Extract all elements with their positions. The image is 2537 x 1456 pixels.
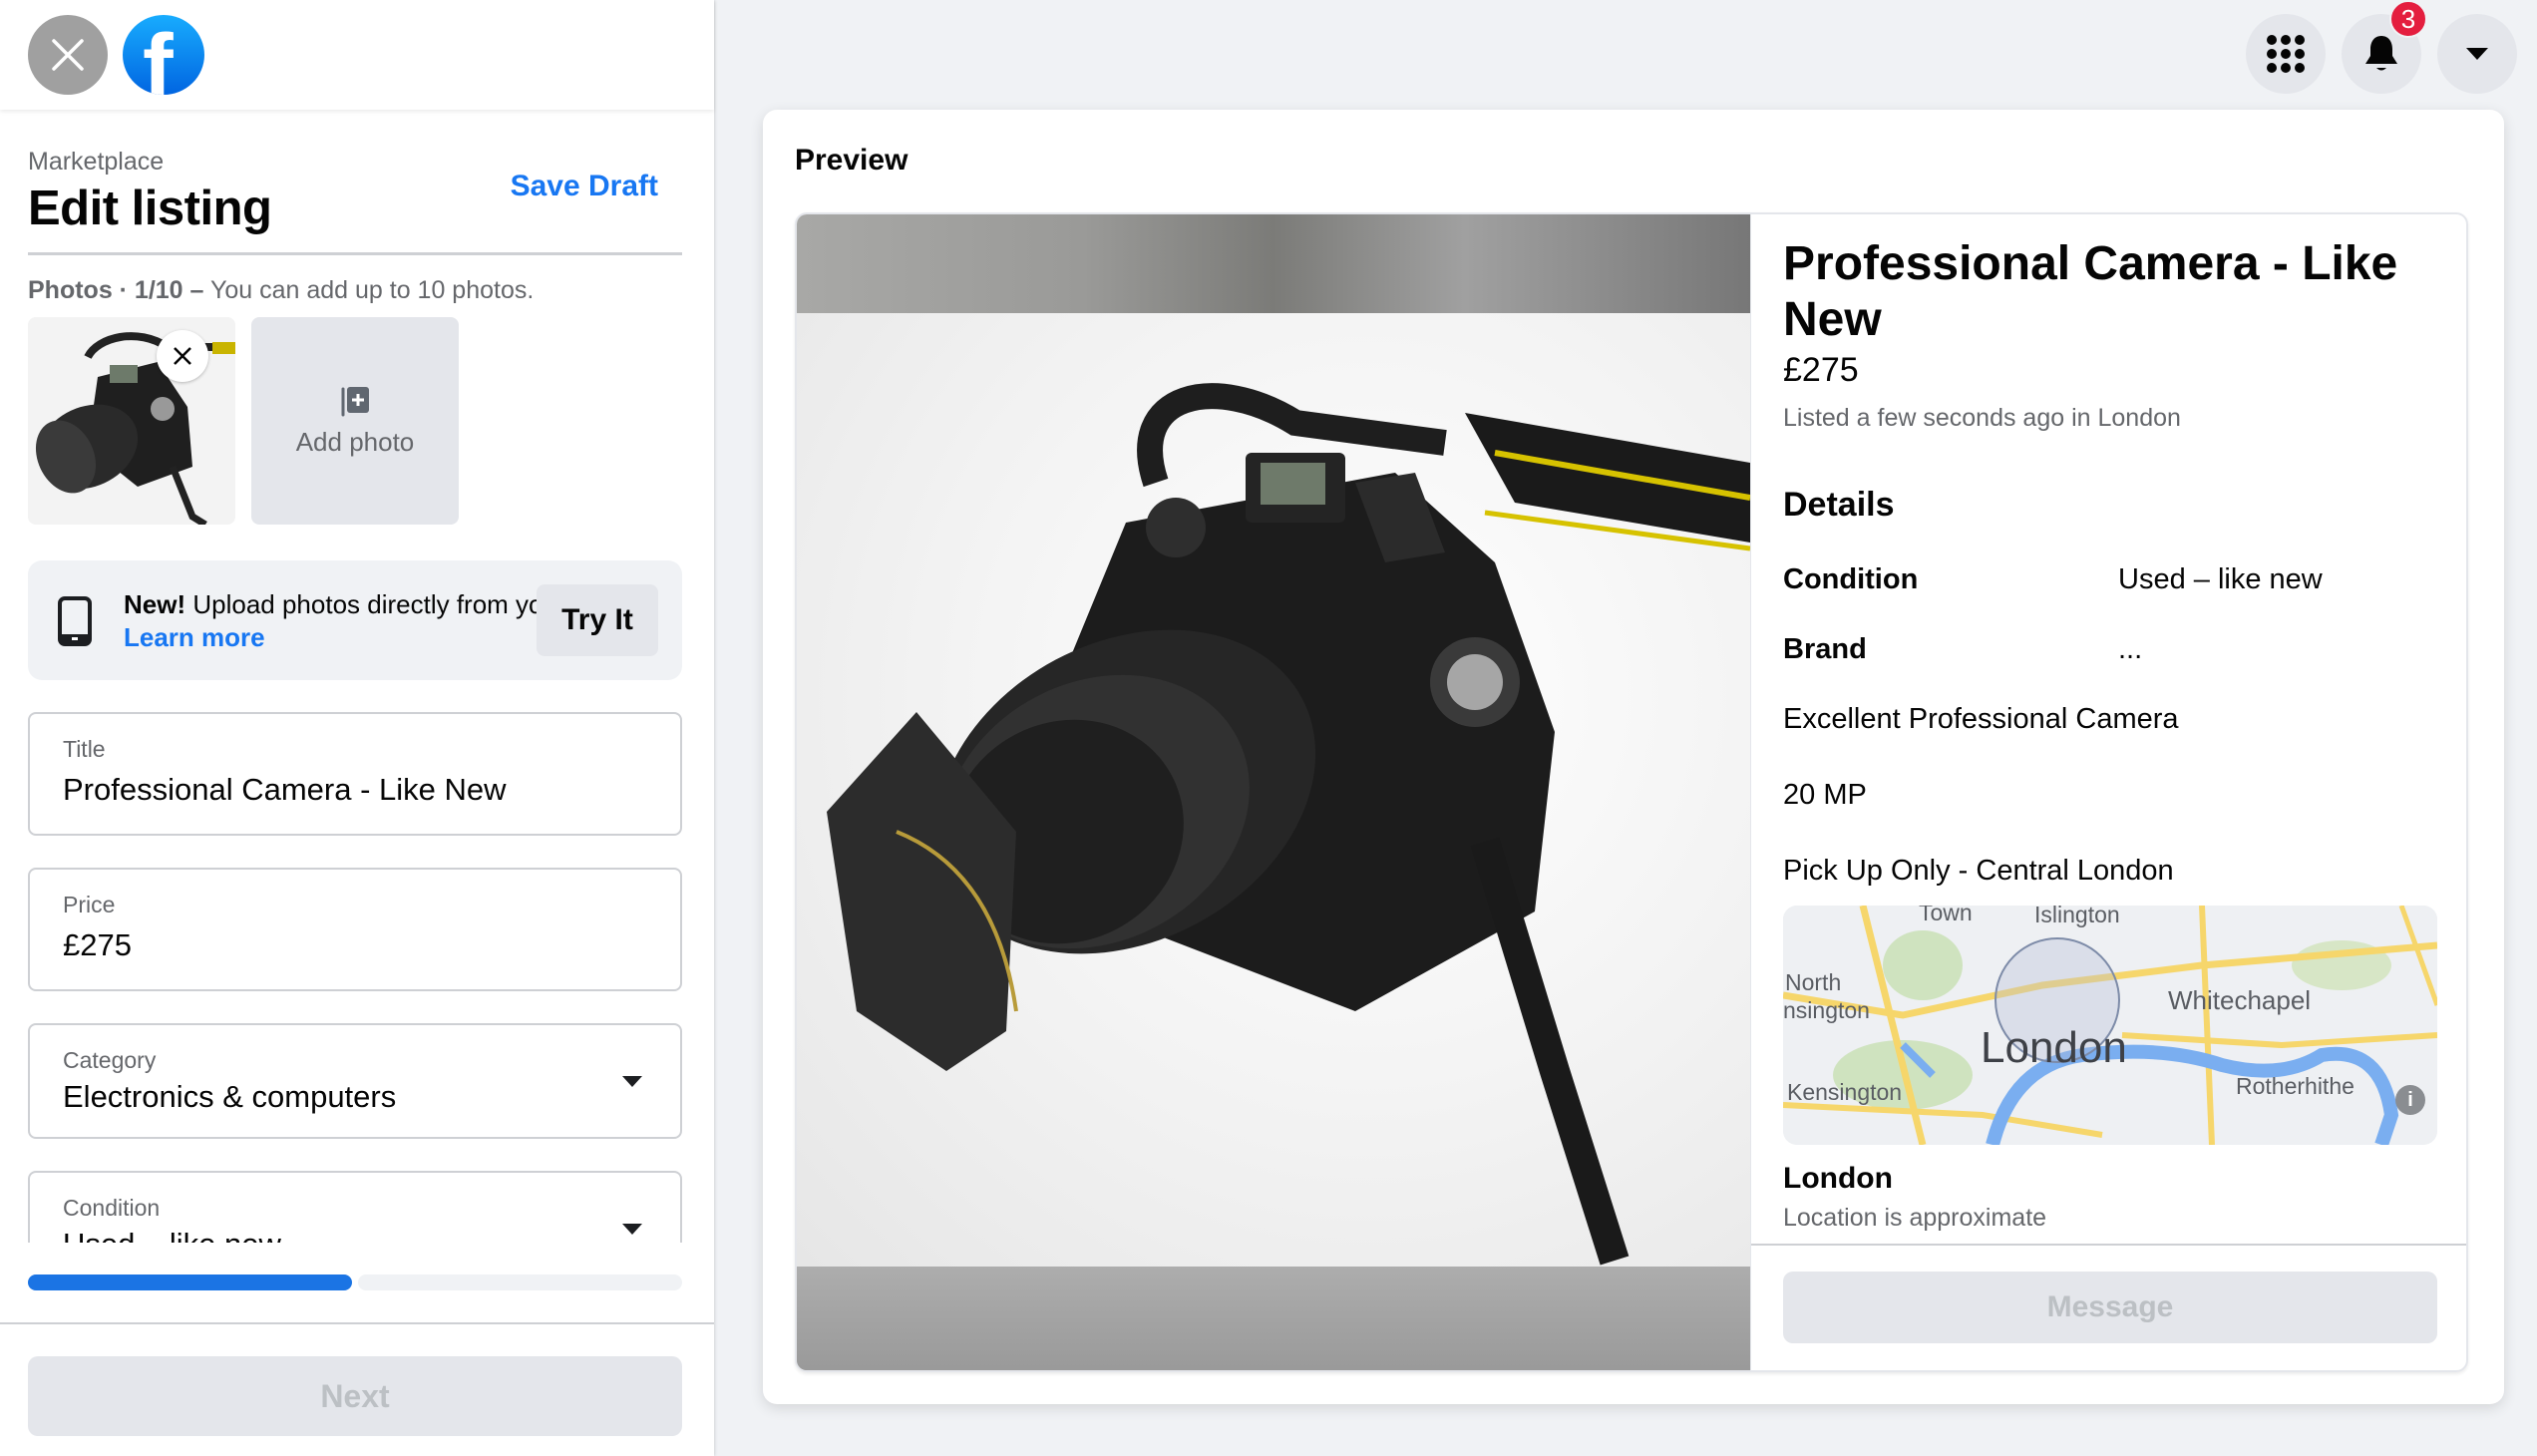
description-line: 20 MP	[1783, 779, 1867, 811]
detail-row-condition: Condition Used – like new	[1783, 563, 2323, 596]
progress-step-1	[28, 1274, 352, 1290]
map-label: Islington	[2034, 906, 2120, 927]
remove-photo-button[interactable]	[157, 330, 208, 382]
chevron-down-icon	[622, 1224, 642, 1235]
mobile-phone-icon	[58, 596, 92, 646]
preview-photo	[797, 313, 1750, 1267]
details-heading: Details	[1783, 486, 1895, 524]
panel-header: Marketplace Edit listing Save Draft	[28, 148, 682, 255]
preview-card: Preview Professional Camera - Like New £…	[763, 110, 2504, 1404]
description-line: Excellent Professional Camera	[1783, 703, 2179, 735]
map-info-icon[interactable]: i	[2395, 1085, 2425, 1115]
notification-count-badge: 3	[2389, 0, 2427, 38]
footer-divider	[0, 1322, 714, 1324]
top-bar: f	[0, 0, 714, 110]
description-line: Pick Up Only - Central London	[1783, 855, 2174, 887]
caret-down-icon	[2466, 48, 2488, 60]
account-menu-button[interactable]	[2437, 14, 2517, 94]
price-field-label: Price	[63, 892, 116, 917]
map-label: North	[1785, 969, 1842, 995]
facebook-logo[interactable]: f	[123, 15, 204, 95]
bell-icon	[2365, 36, 2397, 71]
price-field[interactable]: Price £275	[28, 868, 682, 991]
price-field-value[interactable]: £275	[63, 927, 132, 963]
location-name: London	[1783, 1162, 1893, 1195]
try-it-button[interactable]: Try It	[537, 584, 658, 656]
close-icon	[174, 347, 191, 365]
form-scroll-clip: Condition Used – like new	[0, 1167, 714, 1243]
condition-select-value: Used – like new	[63, 1227, 281, 1243]
promo-new-label: New!	[124, 589, 186, 619]
add-photo-label: Add photo	[295, 426, 415, 457]
map-label: Rotherhithe	[2236, 1073, 2355, 1099]
detail-key: Condition	[1783, 563, 1919, 595]
category-select-value: Electronics & computers	[63, 1079, 397, 1114]
phone-upload-promo: New! Upload photos directly from your ph…	[28, 560, 682, 680]
progress-step-2	[358, 1274, 682, 1290]
listing-title: Professional Camera - Like New	[1783, 237, 2398, 346]
close-icon	[52, 39, 84, 71]
add-photo-button[interactable]: Add photo	[251, 317, 459, 525]
title-field-value[interactable]: Professional Camera - Like New	[63, 772, 507, 808]
listing-details: Professional Camera - Like New £275 List…	[1750, 214, 2466, 1370]
detail-value: ...	[2118, 633, 2143, 665]
photos-label: Photos · 1/10 – You can add up to 10 pho…	[28, 276, 534, 305]
preview-image-area	[797, 214, 1750, 1370]
progress-bar	[28, 1274, 682, 1290]
location-note: Location is approximate	[1783, 1204, 2047, 1232]
preview-image-blur-bottom	[797, 1267, 1750, 1370]
condition-select[interactable]: Condition Used – like new	[28, 1171, 682, 1243]
detail-row-brand: Brand...	[1783, 633, 2142, 666]
details-divider	[1751, 1244, 2466, 1246]
map-city-label: London	[1981, 1023, 2127, 1072]
learn-more-link[interactable]: Learn more	[124, 622, 265, 652]
close-button[interactable]	[28, 15, 108, 95]
message-button[interactable]: Message	[1783, 1272, 2437, 1343]
menu-button[interactable]	[2246, 14, 2326, 94]
category-select[interactable]: Category Electronics & computers	[28, 1023, 682, 1139]
title-field-label: Title	[63, 736, 106, 762]
preview-heading: Preview	[795, 144, 908, 177]
listing-meta: Listed a few seconds ago in London	[1783, 404, 2181, 432]
grid-menu-icon	[2267, 35, 2305, 73]
detail-value: Used – like new	[2118, 563, 2323, 595]
title-field[interactable]: Title Professional Camera - Like New	[28, 712, 682, 836]
save-draft-button[interactable]: Save Draft	[511, 170, 658, 203]
listing-preview: Professional Camera - Like New £275 List…	[795, 212, 2468, 1372]
map-label: nsington	[1783, 997, 1870, 1023]
photo-thumbnail[interactable]	[28, 317, 235, 525]
add-photo-icon	[341, 386, 369, 416]
listing-price: £275	[1783, 351, 1859, 389]
photos-hint: You can add up to 10 photos.	[203, 276, 535, 304]
location-map[interactable]: Town Islington North nsington Whitechape…	[1783, 906, 2437, 1145]
map-label: Town	[1919, 906, 1973, 925]
chevron-down-icon	[622, 1076, 642, 1087]
map-label: Whitechapel	[2168, 985, 2312, 1015]
edit-listing-panel: f Marketplace Edit listing Save Draft Ph…	[0, 0, 714, 1456]
detail-key: Brand	[1783, 633, 1867, 665]
camera-photo	[827, 383, 1750, 1266]
photos-count: Photos · 1/10 –	[28, 276, 204, 304]
next-button[interactable]: Next	[28, 1356, 682, 1436]
condition-select-label: Condition	[63, 1195, 161, 1221]
map-label: Kensington	[1787, 1079, 1903, 1105]
category-select-label: Category	[63, 1047, 157, 1073]
